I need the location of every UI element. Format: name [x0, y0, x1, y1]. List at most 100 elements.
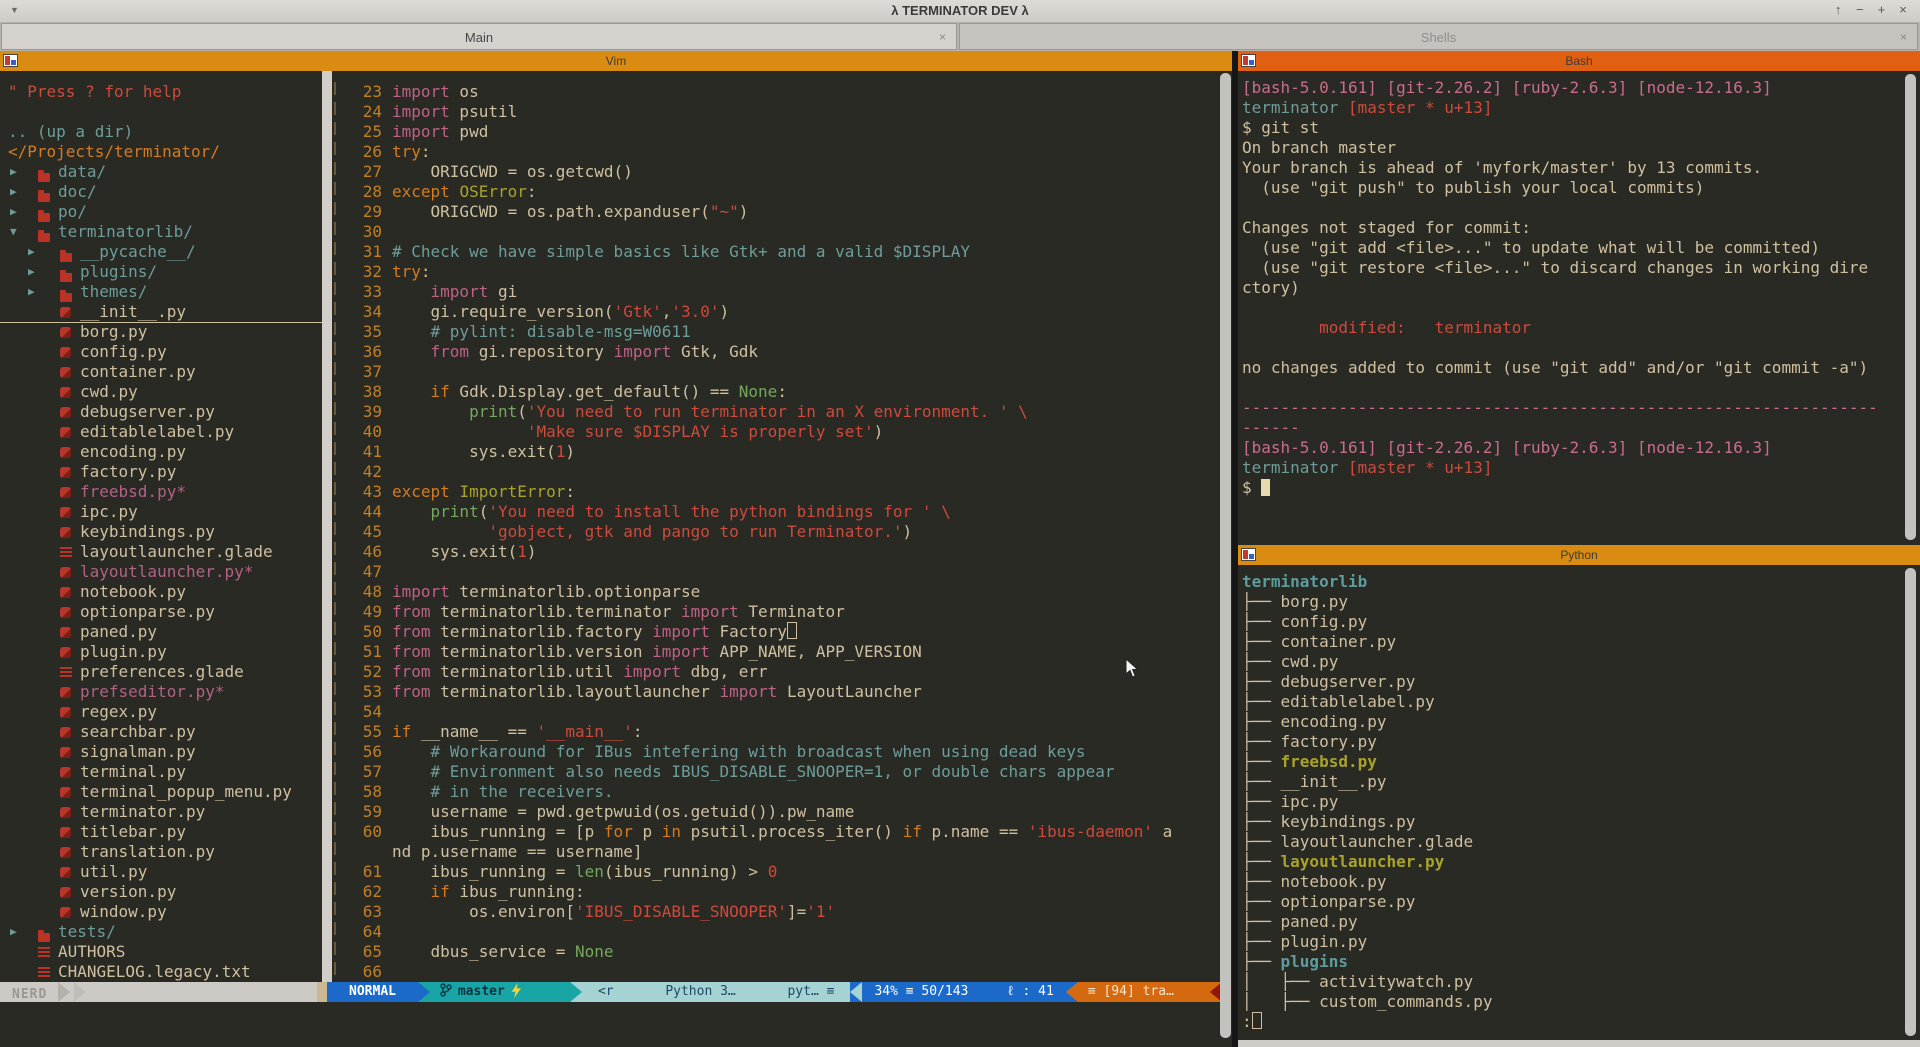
file-name[interactable]: optionparse.py — [80, 602, 215, 622]
python-pane-titlebar[interactable]: Python — [1238, 545, 1920, 565]
file-name[interactable]: titlebar.py — [80, 822, 186, 842]
tree-item[interactable]: ▶tests/ — [0, 922, 12, 942]
code-line: 26try: — [340, 142, 431, 162]
window-titlebar[interactable]: ▼ λ TERMINATOR DEV λ ↑ − + × — [0, 0, 1920, 23]
file-name[interactable]: plugin.py — [80, 642, 167, 662]
line-number: 31 — [340, 242, 392, 262]
terminal-line: ├── freebsd.py — [1242, 752, 1377, 772]
file-name[interactable]: searchbar.py — [80, 722, 196, 742]
minimize-button[interactable]: − — [1851, 2, 1869, 17]
code-line: 35 # pylint: disable-msg=W0611 — [340, 322, 691, 342]
directory-name[interactable]: themes/ — [80, 282, 147, 302]
file-name[interactable]: version.py — [80, 882, 176, 902]
file-name[interactable]: signalman.py — [80, 742, 196, 762]
directory-name[interactable]: data/ — [58, 162, 106, 182]
tree-item[interactable]: ▶doc/ — [0, 182, 12, 202]
tree-item[interactable]: ▶__pycache__/ — [0, 242, 12, 262]
python-terminal[interactable]: terminatorlib├── borg.py├── config.py├──… — [1238, 565, 1920, 1040]
bash-terminal[interactable]: [bash-5.0.161] [git-2.26.2] [ruby-2.6.3]… — [1238, 71, 1920, 545]
vim-pane-titlebar[interactable]: Vim — [0, 51, 1232, 71]
file-name[interactable]: terminator.py — [80, 802, 205, 822]
file-name[interactable]: prefseditor.py* — [80, 682, 225, 702]
tree-item[interactable]: ▼terminatorlib/ — [0, 222, 12, 242]
file-name[interactable]: paned.py — [80, 622, 157, 642]
directory-name[interactable]: po/ — [58, 202, 87, 222]
file-name[interactable]: notebook.py — [80, 582, 186, 602]
maximize-button[interactable]: + — [1872, 2, 1890, 17]
tree-item[interactable]: ▶plugins/ — [0, 262, 12, 282]
tab-shells-close-icon[interactable]: × — [1900, 30, 1907, 44]
file-name[interactable]: __init__.py — [80, 302, 186, 322]
close-button[interactable]: × — [1894, 2, 1912, 17]
tree-item[interactable]: ▶data/ — [0, 162, 12, 182]
file-name[interactable]: util.py — [80, 862, 147, 882]
keep-above-button[interactable]: ↑ — [1829, 2, 1847, 17]
tree-expander-icon[interactable]: ▶ — [10, 162, 17, 182]
tree-item-selected[interactable]: __init__.py — [0, 302, 322, 323]
file-name[interactable]: terminal.py — [80, 762, 186, 782]
tab-main[interactable]: Main × — [1, 23, 957, 50]
terminal-line: terminator [master * u+13] — [1242, 458, 1492, 478]
python-scrollbar[interactable] — [1905, 568, 1916, 1036]
tab-shells[interactable]: Shells × — [959, 23, 1918, 50]
tree-expander-icon[interactable]: ▶ — [28, 242, 35, 262]
file-name[interactable]: preferences.glade — [80, 662, 244, 682]
file-name[interactable]: encoding.py — [80, 442, 186, 462]
file-name[interactable]: container.py — [80, 362, 196, 382]
tree-item[interactable]: ▶po/ — [0, 202, 12, 222]
directory-name[interactable]: terminatorlib/ — [58, 222, 193, 242]
file-name[interactable]: translation.py — [80, 842, 215, 862]
file-name[interactable]: terminal_popup_menu.py — [80, 782, 292, 802]
file-name[interactable]: config.py — [80, 342, 167, 362]
bash-pane-titlebar[interactable]: Bash — [1238, 51, 1920, 71]
code-line: 46 sys.exit(1) — [340, 542, 537, 562]
tree-item[interactable]: ▶themes/ — [0, 282, 12, 302]
file-name[interactable]: borg.py — [80, 322, 147, 342]
tree-expander-icon[interactable]: ▶ — [10, 202, 17, 222]
tree-expander-icon[interactable]: ▶ — [28, 282, 35, 302]
line-number: 45 — [340, 522, 392, 542]
code-line: 41 sys.exit(1) — [340, 442, 575, 462]
python-file-icon — [60, 707, 71, 718]
terminal-line: Changes not staged for commit: — [1242, 218, 1531, 238]
python-file-icon — [60, 767, 71, 778]
vim-fold-column — [334, 82, 336, 982]
file-name[interactable]: freebsd.py* — [80, 482, 186, 502]
vim-window-separator[interactable] — [322, 71, 332, 982]
terminal-line: ├── optionparse.py — [1242, 892, 1415, 912]
file-name[interactable]: debugserver.py — [80, 402, 215, 422]
code-line: 28except OSError: — [340, 182, 537, 202]
file-name[interactable]: AUTHORS — [58, 942, 125, 962]
tree-expander-icon[interactable]: ▶ — [10, 922, 17, 942]
tree-expander-icon[interactable]: ▶ — [28, 262, 35, 282]
code-line: 34 gi.require_version('Gtk','3.0') — [340, 302, 729, 322]
vim-scrollbar[interactable] — [1220, 73, 1231, 1038]
terminal-line: modified: terminator — [1242, 318, 1531, 338]
tree-expander-icon[interactable]: ▼ — [10, 222, 17, 242]
file-name[interactable]: layoutlauncher.py* — [80, 562, 253, 582]
file-name[interactable]: layoutlauncher.glade — [80, 542, 273, 562]
directory-name[interactable]: tests/ — [58, 922, 116, 942]
directory-name[interactable]: plugins/ — [80, 262, 157, 282]
file-name[interactable]: keybindings.py — [80, 522, 215, 542]
file-name[interactable]: CHANGELOG.legacy.txt — [58, 962, 251, 982]
vim-terminal[interactable]: " Press ? for help.. (up a dir)</Project… — [0, 71, 1232, 1047]
file-name[interactable]: editablelabel.py — [80, 422, 234, 442]
code-line: 44 print('You need to install the python… — [340, 502, 951, 522]
file-name[interactable]: regex.py — [80, 702, 157, 722]
python-file-icon — [60, 467, 71, 478]
code-line: 64 — [340, 922, 392, 942]
file-name[interactable]: factory.py — [80, 462, 176, 482]
bash-scrollbar[interactable] — [1905, 74, 1916, 540]
directory-name[interactable]: __pycache__/ — [80, 242, 196, 262]
terminal-line: ├── paned.py — [1242, 912, 1358, 932]
file-name[interactable]: cwd.py — [80, 382, 138, 402]
file-name[interactable]: window.py — [80, 902, 167, 922]
file-name[interactable]: ipc.py — [80, 502, 138, 522]
directory-name[interactable]: doc/ — [58, 182, 97, 202]
tree-expander-icon[interactable]: ▶ — [10, 182, 17, 202]
code-line: 56 # Workaround for IBus intefering with… — [340, 742, 1086, 762]
tab-main-close-icon[interactable]: × — [939, 30, 946, 44]
line-number: 34 — [340, 302, 392, 322]
terminal-line: [bash-5.0.161] [git-2.26.2] [ruby-2.6.3]… — [1242, 78, 1772, 98]
